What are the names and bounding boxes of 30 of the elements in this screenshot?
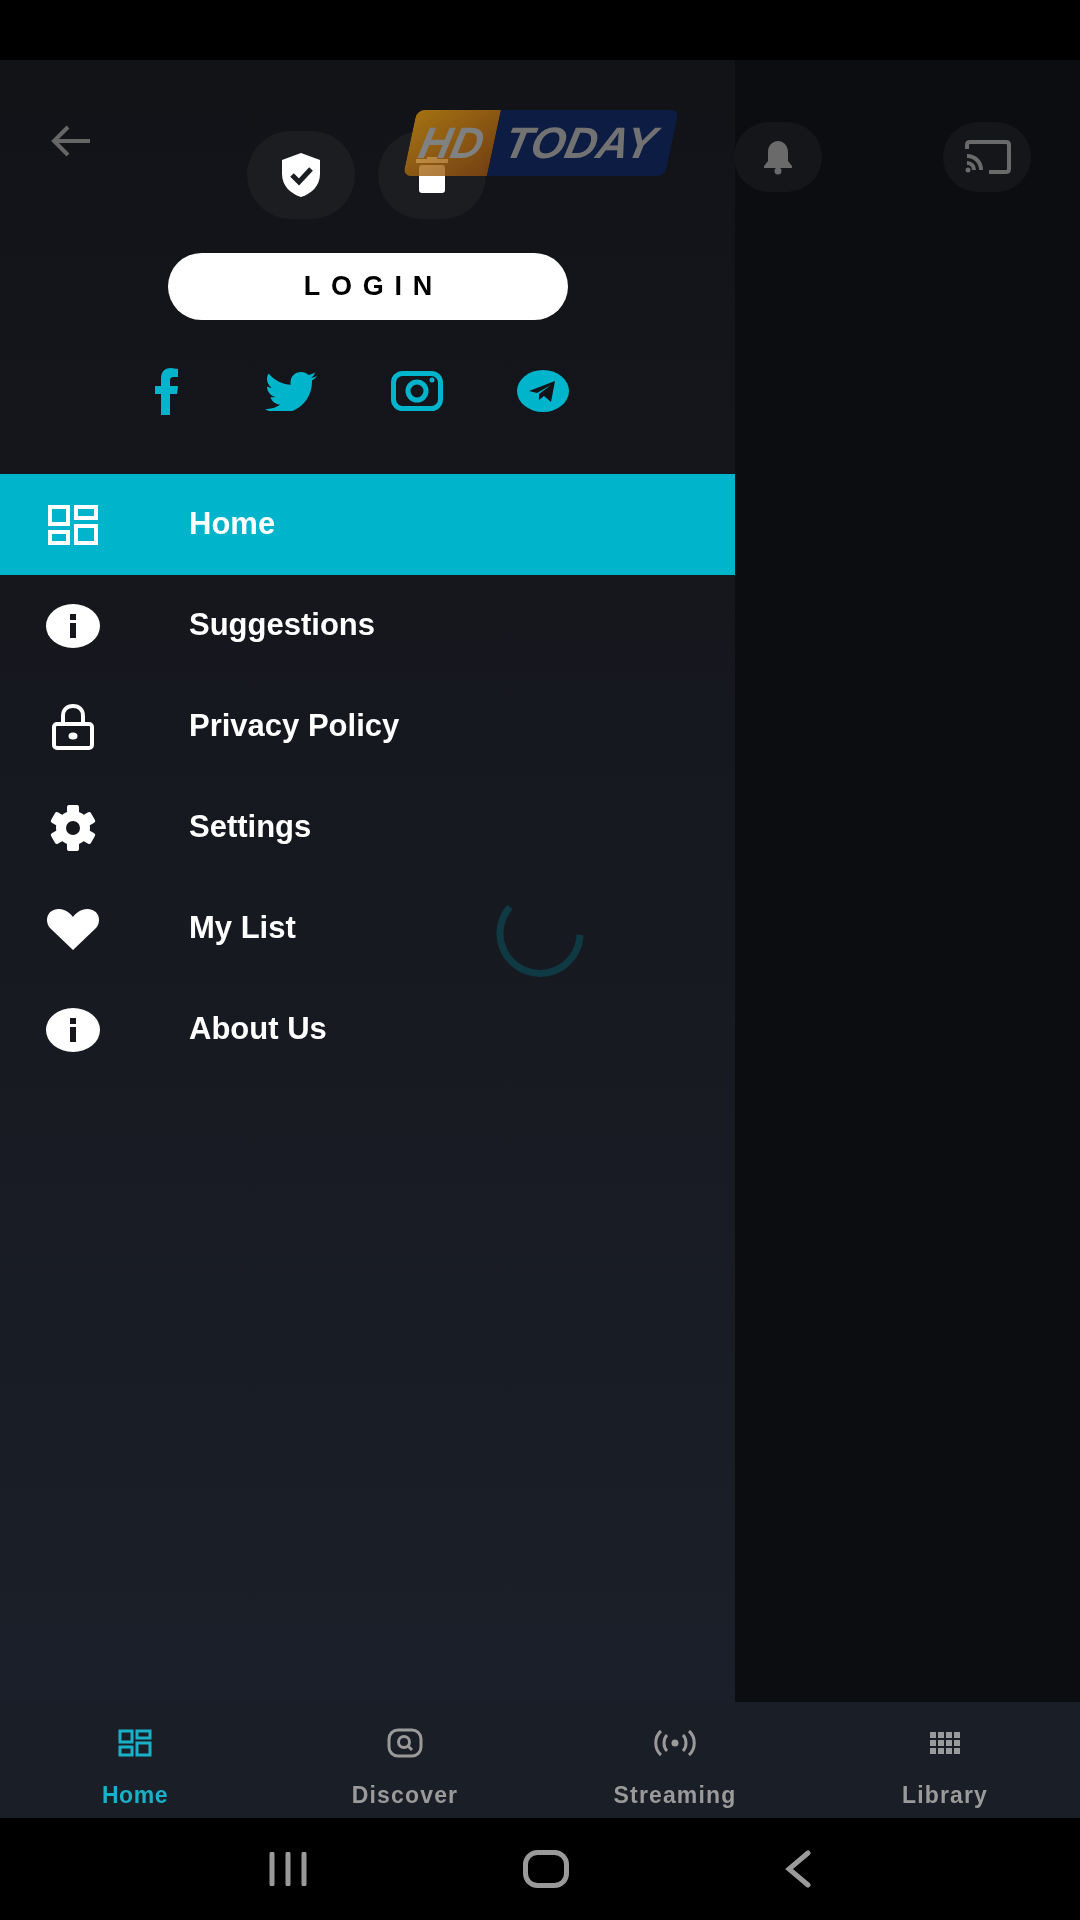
cast-icon <box>963 139 1011 175</box>
nav-tab[interactable]: Discover <box>270 1702 540 1818</box>
grid-icon <box>118 1729 152 1757</box>
search-icon <box>387 1728 423 1758</box>
heart-icon <box>46 907 100 950</box>
nav-tab[interactable]: Streaming <box>540 1702 810 1818</box>
paper-plane-icon[interactable] <box>517 370 569 412</box>
menu-item[interactable]: My List <box>0 878 735 979</box>
back-key-icon[interactable] <box>784 1850 813 1888</box>
info-icon <box>46 603 100 648</box>
shield-check-icon <box>280 152 322 198</box>
recent-apps-icon[interactable] <box>267 1852 308 1886</box>
menu-item[interactable]: Suggestions <box>0 575 735 676</box>
menu-item[interactable]: Privacy Policy <box>0 676 735 777</box>
nav-tab[interactable]: Library <box>810 1702 1080 1818</box>
back-arrow-icon[interactable] <box>50 124 92 158</box>
info-icon <box>46 1007 100 1052</box>
home-key-icon[interactable] <box>523 1850 569 1888</box>
bird-icon[interactable] <box>265 371 317 411</box>
broadcast-icon <box>653 1729 697 1757</box>
apps-grid-icon <box>930 1732 960 1754</box>
grid-icon <box>48 504 98 545</box>
lock-icon <box>51 703 95 750</box>
menu-item[interactable]: Settings <box>0 777 735 878</box>
menu-item[interactable]: About Us <box>0 979 735 1080</box>
login-button[interactable]: LOGIN <box>168 253 568 320</box>
app-logo: HD TODAY <box>403 110 679 176</box>
notification-button[interactable] <box>734 122 822 192</box>
camera-icon[interactable] <box>391 371 443 411</box>
nav-tab[interactable]: Home <box>0 1702 270 1818</box>
